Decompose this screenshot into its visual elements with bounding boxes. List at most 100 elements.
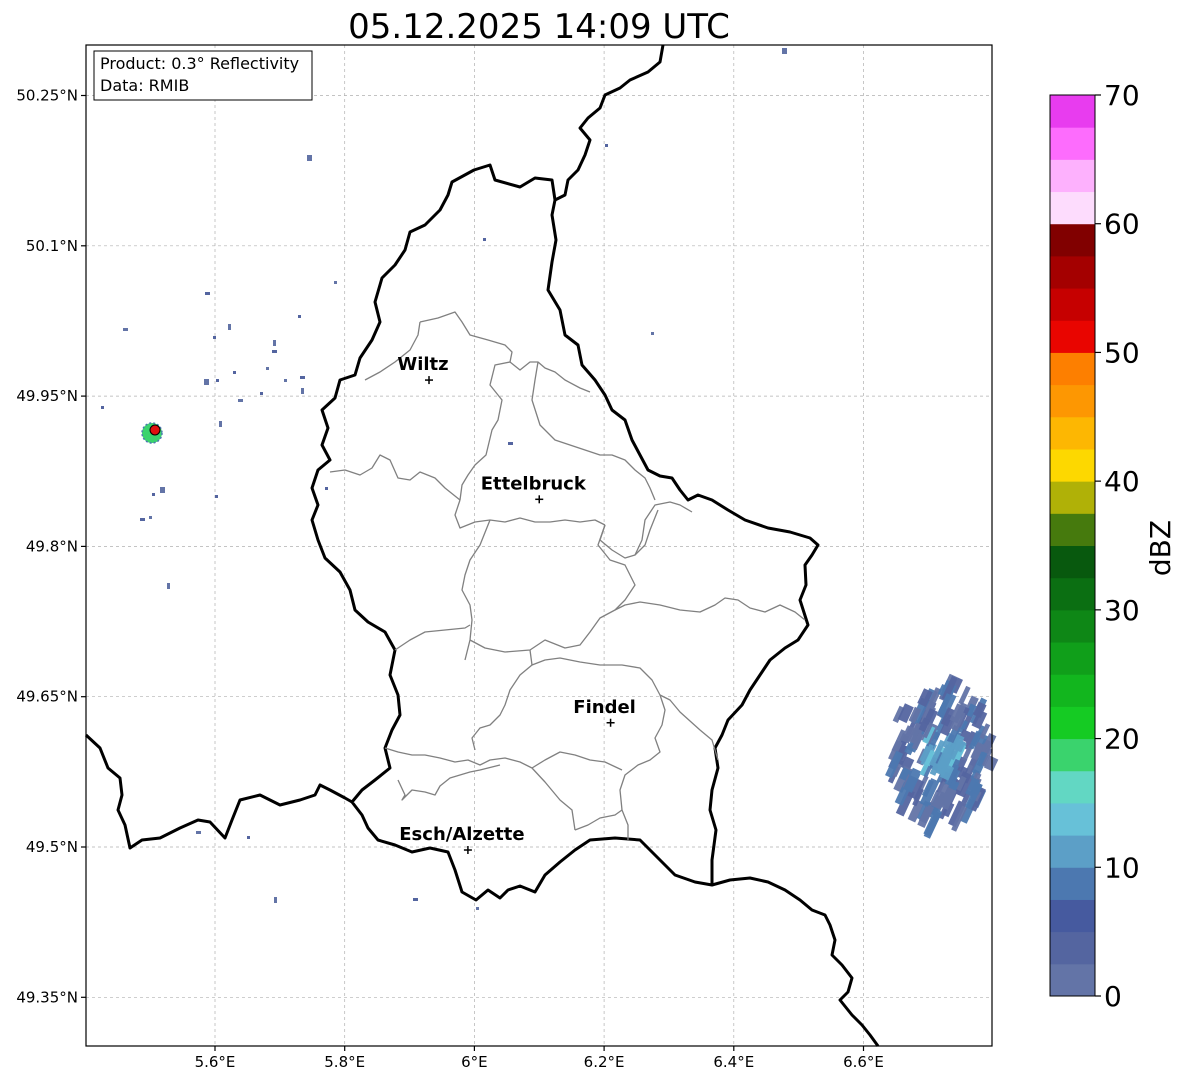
map-background bbox=[86, 45, 992, 1046]
radar-site-marker bbox=[149, 424, 161, 436]
colorbar-segment bbox=[1050, 352, 1095, 386]
echo-cell bbox=[140, 518, 145, 521]
colorbar-segment bbox=[1050, 577, 1095, 611]
colorbar-segment bbox=[1050, 770, 1095, 804]
echo-cell bbox=[284, 379, 287, 382]
colorbar-segment bbox=[1050, 255, 1095, 289]
lon-tick-label: 6.4°E bbox=[713, 1053, 754, 1071]
colorbar-segment bbox=[1050, 867, 1095, 900]
colorbar-tick-label: 50 bbox=[1104, 336, 1140, 369]
lon-tick-label: 5.8°E bbox=[324, 1053, 365, 1071]
echo-cell bbox=[219, 421, 222, 427]
echo-cell bbox=[260, 392, 263, 395]
lat-tick-label: 50.25°N bbox=[16, 87, 78, 105]
colorbar-tick-label: 10 bbox=[1104, 851, 1140, 884]
lat-tick-label: 49.5°N bbox=[26, 838, 78, 856]
colorbar-tick-label: 40 bbox=[1104, 465, 1140, 498]
echo-cell bbox=[651, 332, 654, 335]
colorbar-tick-label: 60 bbox=[1104, 208, 1140, 241]
echo-cell bbox=[483, 238, 486, 241]
colorbar-segment bbox=[1050, 320, 1095, 353]
map-title: 05.12.2025 14:09 UTC bbox=[348, 7, 730, 47]
lon-tick-label: 6°E bbox=[461, 1053, 488, 1071]
echo-cell bbox=[228, 324, 231, 330]
echo-cell bbox=[101, 406, 104, 409]
info-data-source: Data: RMIB bbox=[100, 76, 189, 95]
colorbar-segment bbox=[1050, 899, 1095, 933]
echo-cell bbox=[413, 898, 418, 901]
city-label: Wiltz bbox=[397, 354, 448, 375]
echo-cell bbox=[247, 836, 250, 839]
colorbar-segment bbox=[1050, 223, 1095, 257]
echo-cell bbox=[301, 388, 304, 394]
colorbar-segment bbox=[1050, 191, 1095, 225]
echo-cell bbox=[325, 487, 328, 490]
map-panel: Wiltz Ettelbruck Findel Esch/Alzette Produc… bbox=[84, 44, 999, 1047]
echo-cell bbox=[152, 493, 155, 496]
echo-cell bbox=[476, 907, 479, 910]
colorbar-segment bbox=[1050, 802, 1095, 836]
radar-map-figure: 05.12.2025 14:09 UTC WiltzEttelbruckFind… bbox=[16, 7, 1177, 1071]
colorbar-tick-label: 0 bbox=[1104, 980, 1122, 1013]
echo-cell bbox=[298, 315, 301, 318]
echo-cell bbox=[273, 340, 276, 346]
echo-cell bbox=[215, 495, 218, 498]
colorbar-segment bbox=[1050, 835, 1095, 868]
colorbar-segment bbox=[1050, 127, 1095, 160]
echo-cell bbox=[300, 376, 305, 379]
colorbar-segment bbox=[1050, 384, 1095, 418]
colorbar-segment bbox=[1050, 545, 1095, 579]
city-label: Ettelbruck bbox=[481, 473, 587, 494]
echo-cell bbox=[605, 144, 608, 147]
echo-cell bbox=[266, 367, 269, 370]
colorbar-segment bbox=[1050, 416, 1095, 450]
colorbar-segment bbox=[1050, 159, 1095, 193]
echo-cell bbox=[216, 379, 219, 382]
echo-cell bbox=[307, 155, 312, 161]
colorbar-segment bbox=[1050, 963, 1095, 997]
info-box: Product: 0.3° Reflectivity Data: RMIB bbox=[93, 50, 313, 101]
colorbar-tick-label: 70 bbox=[1104, 79, 1140, 112]
echo-cell bbox=[274, 897, 277, 903]
lon-tick-label: 6.2°E bbox=[584, 1053, 625, 1071]
echo-cell bbox=[167, 583, 170, 589]
echo-cell bbox=[782, 48, 787, 54]
colorbar-segment bbox=[1050, 288, 1095, 321]
echo-cell bbox=[205, 292, 210, 295]
colorbar-segment bbox=[1050, 674, 1095, 707]
info-product: Product: 0.3° Reflectivity bbox=[100, 54, 299, 73]
echo-cell bbox=[149, 516, 152, 519]
echo-cell bbox=[334, 281, 337, 284]
city-label: Findel bbox=[573, 697, 636, 718]
lat-tick-label: 49.95°N bbox=[16, 387, 78, 405]
colorbar-tick-label: 20 bbox=[1104, 723, 1140, 756]
lat-tick-label: 49.65°N bbox=[16, 688, 78, 706]
lon-tick-label: 5.6°E bbox=[195, 1053, 236, 1071]
echo-cell bbox=[123, 328, 128, 331]
lon-tick-label: 6.6°E bbox=[843, 1053, 884, 1071]
colorbar-segment bbox=[1050, 931, 1095, 965]
lat-tick-label: 50.1°N bbox=[26, 237, 78, 255]
echo-cell bbox=[160, 487, 165, 493]
lat-tick-label: 49.8°N bbox=[26, 537, 78, 555]
colorbar-segment bbox=[1050, 448, 1095, 482]
radar-site bbox=[141, 422, 163, 444]
echo-cell bbox=[238, 399, 243, 402]
colorbar-unit-label: dBZ bbox=[1144, 520, 1177, 576]
colorbar-segment bbox=[1050, 481, 1095, 514]
colorbar-segment bbox=[1050, 95, 1095, 128]
colorbar-segment bbox=[1050, 738, 1095, 772]
echo-cell bbox=[233, 371, 236, 374]
colorbar-segment bbox=[1050, 609, 1095, 643]
colorbar-segment bbox=[1050, 513, 1095, 546]
echo-cell bbox=[204, 379, 209, 385]
echo-cell bbox=[508, 442, 513, 445]
city-label: Esch/Alzette bbox=[399, 824, 524, 845]
lat-tick-label: 49.35°N bbox=[16, 988, 78, 1006]
echo-cell bbox=[213, 336, 216, 339]
echo-cell bbox=[196, 831, 201, 834]
colorbar-tick-label: 30 bbox=[1104, 594, 1140, 627]
colorbar-segment bbox=[1050, 642, 1095, 675]
echo-cell bbox=[272, 350, 277, 353]
colorbar-segment bbox=[1050, 706, 1095, 740]
